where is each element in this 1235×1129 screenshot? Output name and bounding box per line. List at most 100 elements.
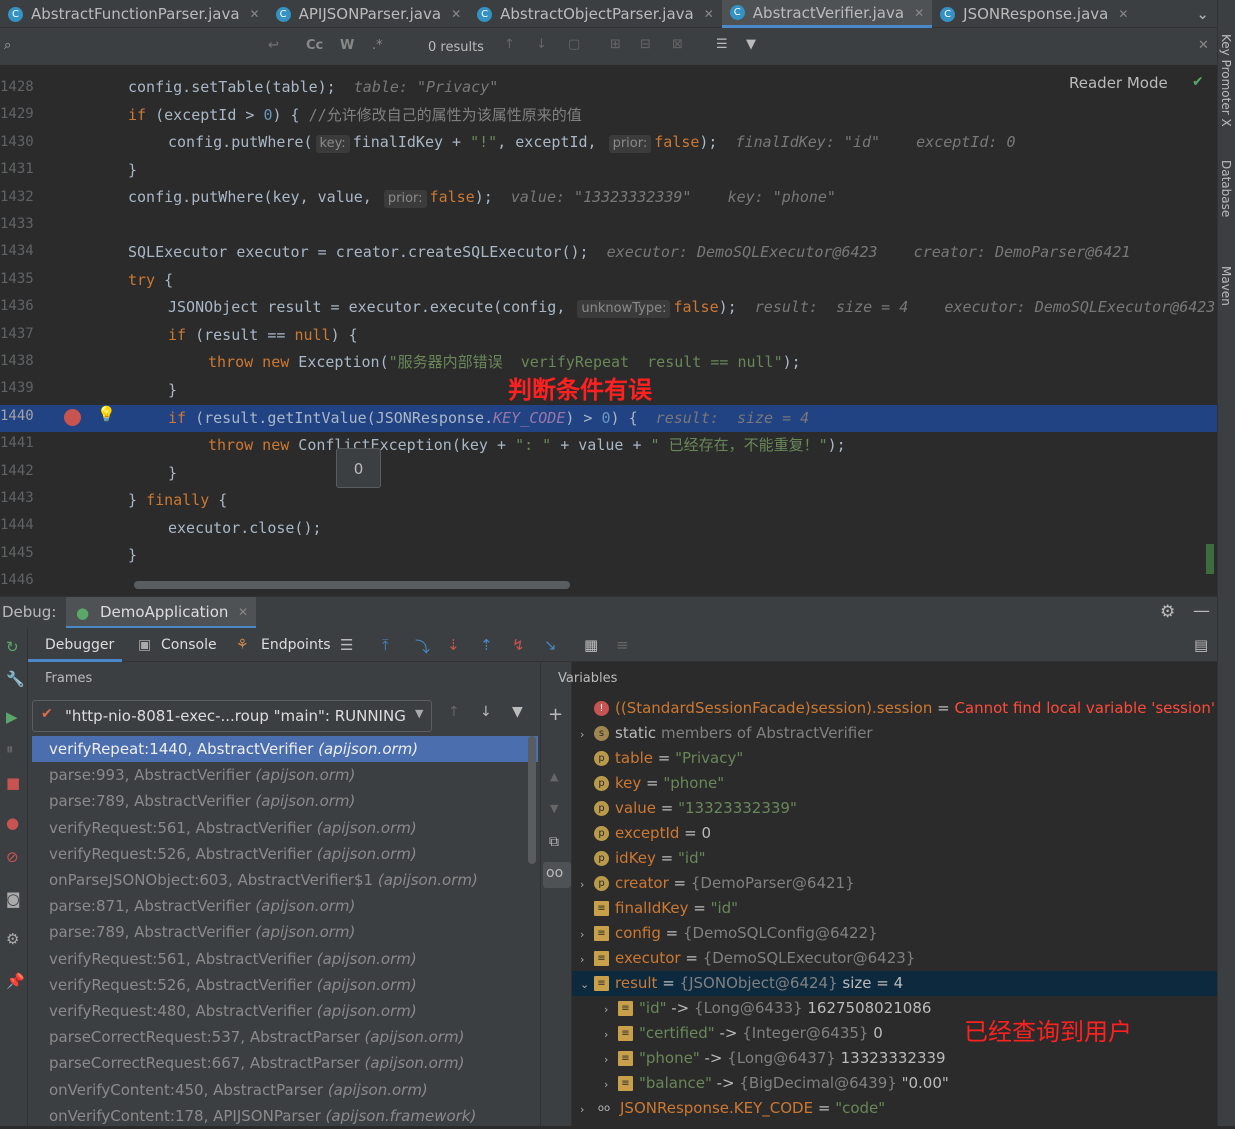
wrench-icon[interactable]: 🔧 [6, 670, 25, 688]
close-icon[interactable]: ✕ [704, 7, 714, 21]
arrow-up-icon[interactable]: ↑ [448, 704, 460, 720]
arrow-up-icon[interactable]: ↑ [504, 37, 515, 52]
chevron-right-icon[interactable]: › [580, 1097, 594, 1122]
add-watch-icon[interactable]: + [548, 704, 563, 725]
gutter[interactable] [40, 66, 110, 592]
frame-row[interactable]: onVerifyContent:178, APIJSONParser (apij… [32, 1103, 524, 1129]
remove-occurrence-icon[interactable]: ⊟ [640, 37, 651, 52]
breakpoint-icon[interactable] [64, 409, 81, 426]
variable-row[interactable]: › ≡ executor = {DemoSQLExecutor@6423} [572, 946, 1217, 971]
close-icon[interactable]: ✕ [914, 6, 924, 20]
select-occurrences-icon[interactable]: ⊠ [672, 37, 683, 52]
view-breakpoints-icon[interactable]: ● [6, 814, 19, 832]
move-down-icon[interactable]: ▼ [550, 802, 558, 815]
rerun-icon[interactable]: ↻ [6, 638, 19, 656]
arrow-down-icon[interactable]: ↓ [480, 704, 492, 720]
frame-row[interactable]: parseCorrectRequest:667, AbstractParser … [32, 1050, 524, 1076]
thread-selector[interactable]: ✔ "http-nio-8081-exec-...roup "main": RU… [32, 700, 432, 732]
trace-icon[interactable]: ≡ [616, 636, 629, 654]
variable-row[interactable]: › ≡ config = {DemoSQLConfig@6422} [572, 921, 1217, 946]
chevron-right-icon[interactable]: › [604, 1047, 618, 1072]
frame-row[interactable]: parse:871, AbstractVerifier (apijson.orm… [32, 893, 524, 919]
chevron-right-icon[interactable]: › [580, 947, 594, 972]
vertical-scrollbar-marker[interactable] [1206, 544, 1214, 574]
move-up-icon[interactable]: ▲ [550, 770, 558, 783]
step-out-icon[interactable]: ⇡ [480, 636, 493, 654]
frame-row[interactable]: verifyRepeat:1440, AbstractVerifier (api… [32, 736, 538, 762]
chevron-right-icon[interactable]: › [604, 1072, 618, 1097]
chevron-right-icon[interactable]: › [604, 997, 618, 1022]
close-icon[interactable]: ✕ [451, 7, 461, 21]
close-find-icon[interactable]: ✕ [1198, 38, 1209, 53]
frame-row[interactable]: verifyRequest:480, AbstractVerifier (api… [32, 998, 524, 1024]
close-icon[interactable]: ✕ [1118, 7, 1128, 21]
step-into-icon[interactable]: ⇣ [447, 636, 460, 654]
frame-row[interactable]: verifyRequest:561, AbstractVerifier (api… [32, 946, 524, 972]
show-execution-point-icon[interactable]: ⤒ [382, 636, 389, 654]
frame-row[interactable]: onVerifyContent:450, AbstractParser (api… [32, 1077, 524, 1103]
tab-jsonresponse[interactable]: C JSONResponse.java ✕ [932, 0, 1136, 28]
tab-endpoints[interactable]: Endpoints [261, 637, 331, 653]
variable-row[interactable]: p idKey = "id" [572, 846, 1217, 871]
variable-row[interactable]: p exceptId = 0 [572, 821, 1217, 846]
variable-row[interactable]: › ≡ "balance" -> {BigDecimal@6439} "0.00" [572, 1071, 1217, 1096]
filter-icon[interactable]: ▼ [512, 704, 523, 720]
chevron-right-icon[interactable]: › [604, 1022, 618, 1047]
chevron-down-icon[interactable]: ⌄ [580, 972, 594, 997]
frame-row[interactable]: parse:789, AbstractVerifier (apijson.orm… [32, 788, 524, 814]
match-case-button[interactable]: Cc [306, 38, 323, 53]
frame-row[interactable]: verifyRequest:561, AbstractVerifier (api… [32, 815, 524, 841]
arrow-down-icon[interactable]: ↓ [536, 37, 547, 52]
variable-row[interactable]: ! ((StandardSessionFacade)session).sessio… [572, 696, 1217, 721]
frame-row[interactable]: parse:993, AbstractVerifier (apijson.orm… [32, 762, 524, 788]
mute-breakpoints-icon[interactable]: ⊘ [6, 848, 19, 866]
variable-row[interactable]: ⌄ ≡ result = {JSONObject@6424} size = 4 [572, 971, 1217, 996]
replace-icon[interactable]: ↩ [268, 38, 279, 53]
filter-icon[interactable]: ▼ [746, 37, 756, 52]
reader-mode-button[interactable]: Reader Mode [1069, 74, 1168, 92]
whole-words-button[interactable]: W [340, 38, 354, 53]
resume-icon[interactable]: ▶ [6, 708, 18, 726]
tab-console[interactable]: Console [161, 637, 217, 653]
tab-debugger[interactable]: Debugger [28, 628, 122, 662]
tab-abstractfunctionparser[interactable]: C AbstractFunctionParser.java ✕ [0, 0, 268, 28]
variable-row[interactable]: › ≡ "phone" -> {Long@6437} 13323332339 [572, 1046, 1217, 1071]
variable-row[interactable]: p table = "Privacy" [572, 746, 1217, 771]
layout-icon[interactable]: ☰ [340, 636, 353, 654]
close-icon[interactable]: ✕ [238, 605, 248, 619]
debug-config-tab[interactable]: ● DemoApplication ✕ [66, 597, 256, 629]
restore-layout-icon[interactable]: ▤ [1194, 636, 1208, 654]
chevron-right-icon[interactable]: › [580, 922, 594, 947]
add-occurrence-icon[interactable]: ⊞ [610, 37, 621, 52]
database-tab[interactable]: Database [1219, 160, 1233, 217]
tab-apijsonparser[interactable]: C APIJSONParser.java ✕ [268, 0, 470, 28]
run-to-cursor-icon[interactable]: ↘ [544, 636, 557, 654]
bulb-icon[interactable]: 💡 [97, 405, 116, 423]
frame-row[interactable]: verifyRequest:526, AbstractVerifier (api… [32, 841, 524, 867]
minimize-icon[interactable]: — [1193, 601, 1210, 621]
evaluate-icon[interactable]: ▦ [584, 636, 598, 654]
frame-row[interactable]: verifyRequest:526, AbstractVerifier (api… [32, 972, 524, 998]
close-icon[interactable]: ✕ [250, 7, 260, 21]
maven-tab[interactable]: Maven [1219, 266, 1233, 306]
tabs-overflow-button[interactable]: ⌄ [1188, 0, 1217, 28]
chevron-right-icon[interactable]: › [580, 872, 594, 897]
variable-row[interactable]: › s static members of AbstractVerifier [572, 721, 1217, 746]
variable-row[interactable]: › oo JSONResponse.KEY_CODE = "code" [572, 1096, 1217, 1121]
select-all-icon[interactable]: ▢ [568, 37, 580, 52]
code-editor[interactable]: Reader Mode ✔ 1428 1429 1430 1431 1432 1433 14… [0, 66, 1217, 592]
copy-icon[interactable]: ⧉ [549, 834, 559, 850]
frame-row[interactable]: parse:789, AbstractVerifier (apijson.orm… [32, 919, 524, 945]
key-promoter-tab[interactable]: Key Promoter X [1219, 34, 1233, 127]
horizontal-scrollbar[interactable] [134, 581, 570, 589]
filter-options-icon[interactable]: ☰ [716, 37, 728, 52]
pause-icon[interactable]: ⏸ [6, 740, 14, 758]
variable-row[interactable]: p key = "phone" [572, 771, 1217, 796]
stop-icon[interactable]: ■ [6, 774, 20, 792]
variable-row[interactable]: › p creator = {DemoParser@6421} [572, 871, 1217, 896]
chevron-right-icon[interactable]: › [580, 722, 594, 747]
gear-icon[interactable]: ⚙ [1160, 602, 1175, 622]
step-over-icon[interactable]: ⤵ [415, 636, 430, 657]
frame-row[interactable]: parseCorrectRequest:537, AbstractParser … [32, 1024, 524, 1050]
variable-row[interactable]: ≡ finalIdKey = "id" [572, 896, 1217, 921]
